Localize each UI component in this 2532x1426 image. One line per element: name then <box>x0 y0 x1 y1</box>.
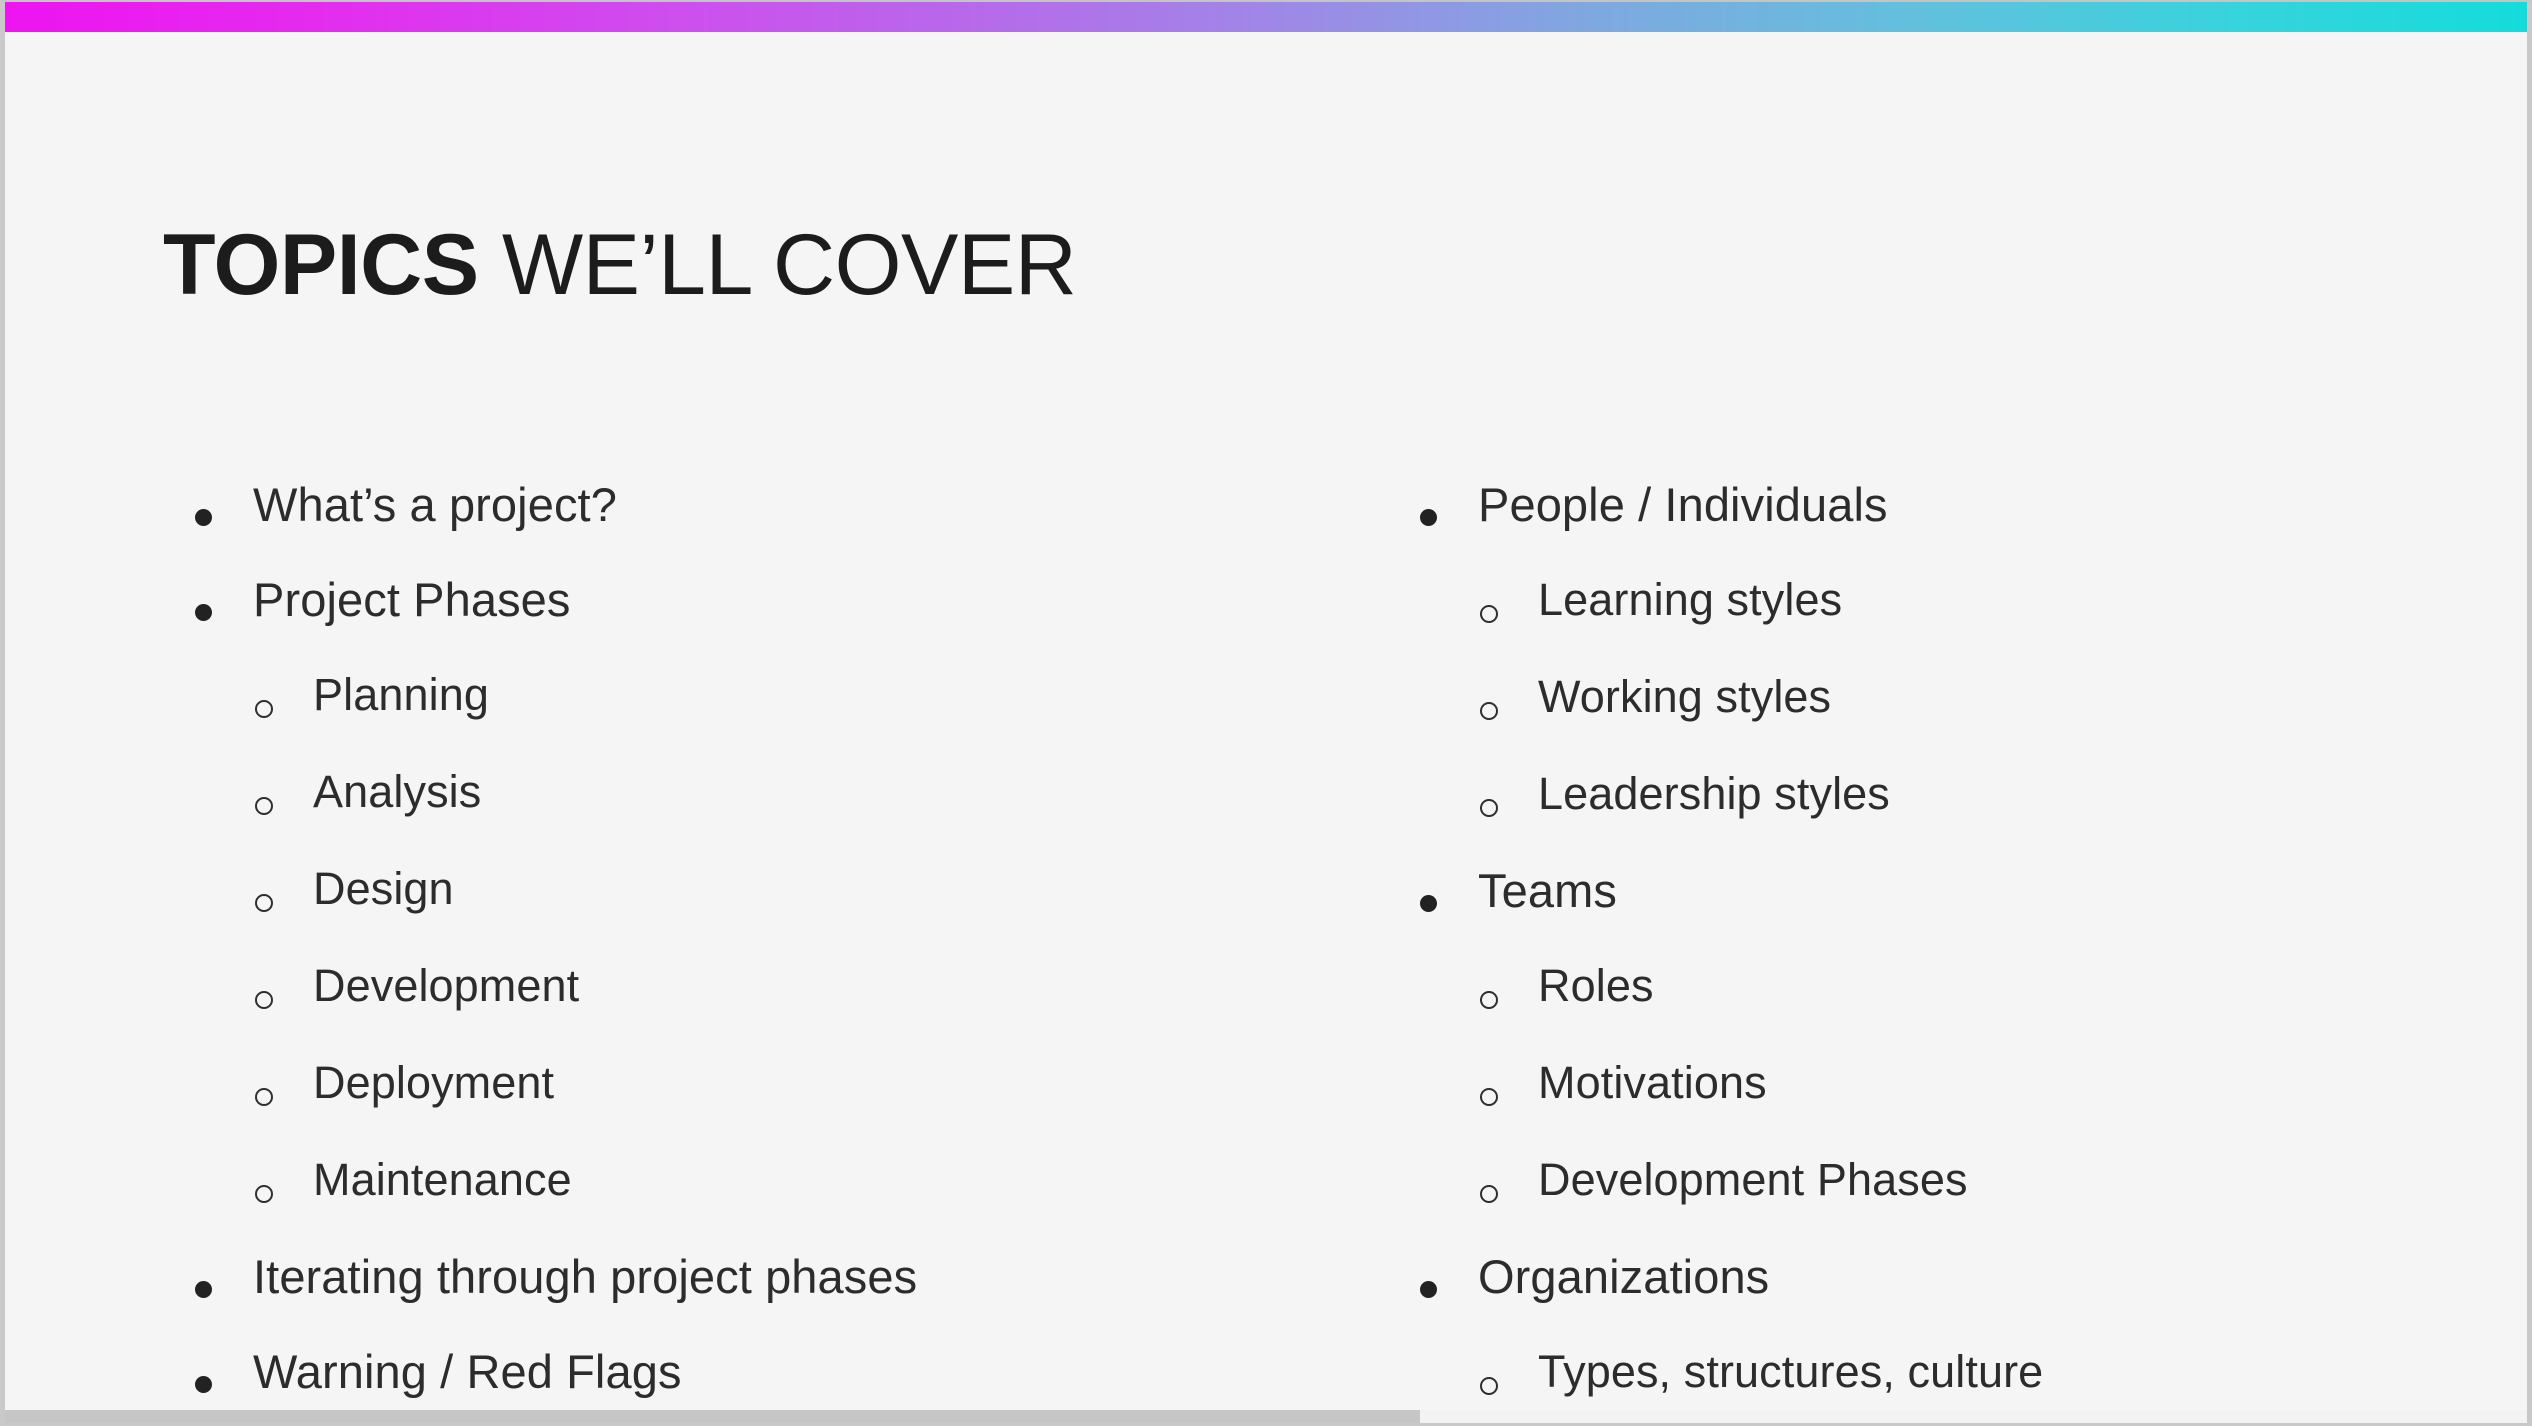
list-item-label: Design <box>313 863 454 914</box>
list-item: Leadership styles <box>1420 751 2525 837</box>
list-item-label: Roles <box>1538 960 1654 1011</box>
list-item: Project Phases <box>195 557 1265 643</box>
list-item-label: Development <box>313 960 580 1011</box>
list-item: Warning / Red Flags <box>195 1329 1265 1415</box>
list-item: Motivations <box>1420 1040 2525 1126</box>
topics-column-left: What’s a project? Project Phases Plannin… <box>5 462 1265 1423</box>
accent-gradient-bar <box>5 2 2527 32</box>
list-item: Design <box>195 846 1265 932</box>
list-item-label: Leadership styles <box>1538 768 1890 819</box>
list-item: Iterating through project phases <box>195 1234 1265 1320</box>
list-item-label: Learning styles <box>1538 574 1843 625</box>
horizontal-scrollbar-track[interactable] <box>5 1410 2527 1423</box>
list-item: Teams <box>1420 848 2525 934</box>
list-item-label: Maintenance <box>313 1154 572 1205</box>
list-item: Organizations <box>1420 1234 2525 1320</box>
list-item-label: Motivations <box>1538 1057 1767 1108</box>
list-item-label: Development Phases <box>1538 1154 1968 1205</box>
list-item-label: Warning / Red Flags <box>253 1345 682 1398</box>
list-item: Development Phases <box>1420 1137 2525 1223</box>
list-item: Roles <box>1420 943 2525 1029</box>
list-item: Analysis <box>195 749 1265 835</box>
list-item-label: Working styles <box>1538 671 1832 722</box>
list-item-label: Project Phases <box>253 573 571 626</box>
list-item: Working styles <box>1420 654 2525 740</box>
page-title: TOPICS WE’LL COVER <box>163 216 1077 313</box>
slide-frame: TOPICS WE’LL COVER What’s a project? Pro… <box>0 0 2532 1426</box>
slide-body: TOPICS WE’LL COVER What’s a project? Pro… <box>5 32 2527 1423</box>
list-item: Planning <box>195 652 1265 738</box>
page-title-strong: TOPICS <box>163 216 479 313</box>
list-item: Deployment <box>195 1040 1265 1126</box>
list-item: Development <box>195 943 1265 1029</box>
list-item-label: Analysis <box>313 766 482 817</box>
list-item: Learning styles <box>1420 557 2525 643</box>
list-item: Types, structures, culture <box>1420 1329 2525 1415</box>
list-item-label: Iterating through project phases <box>253 1250 918 1303</box>
list-item-label: What’s a project? <box>253 478 617 531</box>
list-item-label: Organizations <box>1478 1250 1770 1303</box>
list-item-label: Teams <box>1478 864 1617 917</box>
list-item-label: Planning <box>313 669 489 720</box>
topics-columns: What’s a project? Project Phases Plannin… <box>5 462 2527 1423</box>
list-item-label: Deployment <box>313 1057 555 1108</box>
list-item: Maintenance <box>195 1137 1265 1223</box>
page-title-rest: WE’LL COVER <box>478 216 1077 313</box>
list-item: What’s a project? <box>195 462 1265 548</box>
list-item-label: People / Individuals <box>1478 478 1888 531</box>
horizontal-scrollbar-thumb[interactable] <box>5 1410 1420 1423</box>
list-item-label: Types, structures, culture <box>1538 1346 2044 1397</box>
list-item: People / Individuals <box>1420 462 2525 548</box>
topics-column-right: People / Individuals Learning styles Wor… <box>1265 462 2525 1423</box>
